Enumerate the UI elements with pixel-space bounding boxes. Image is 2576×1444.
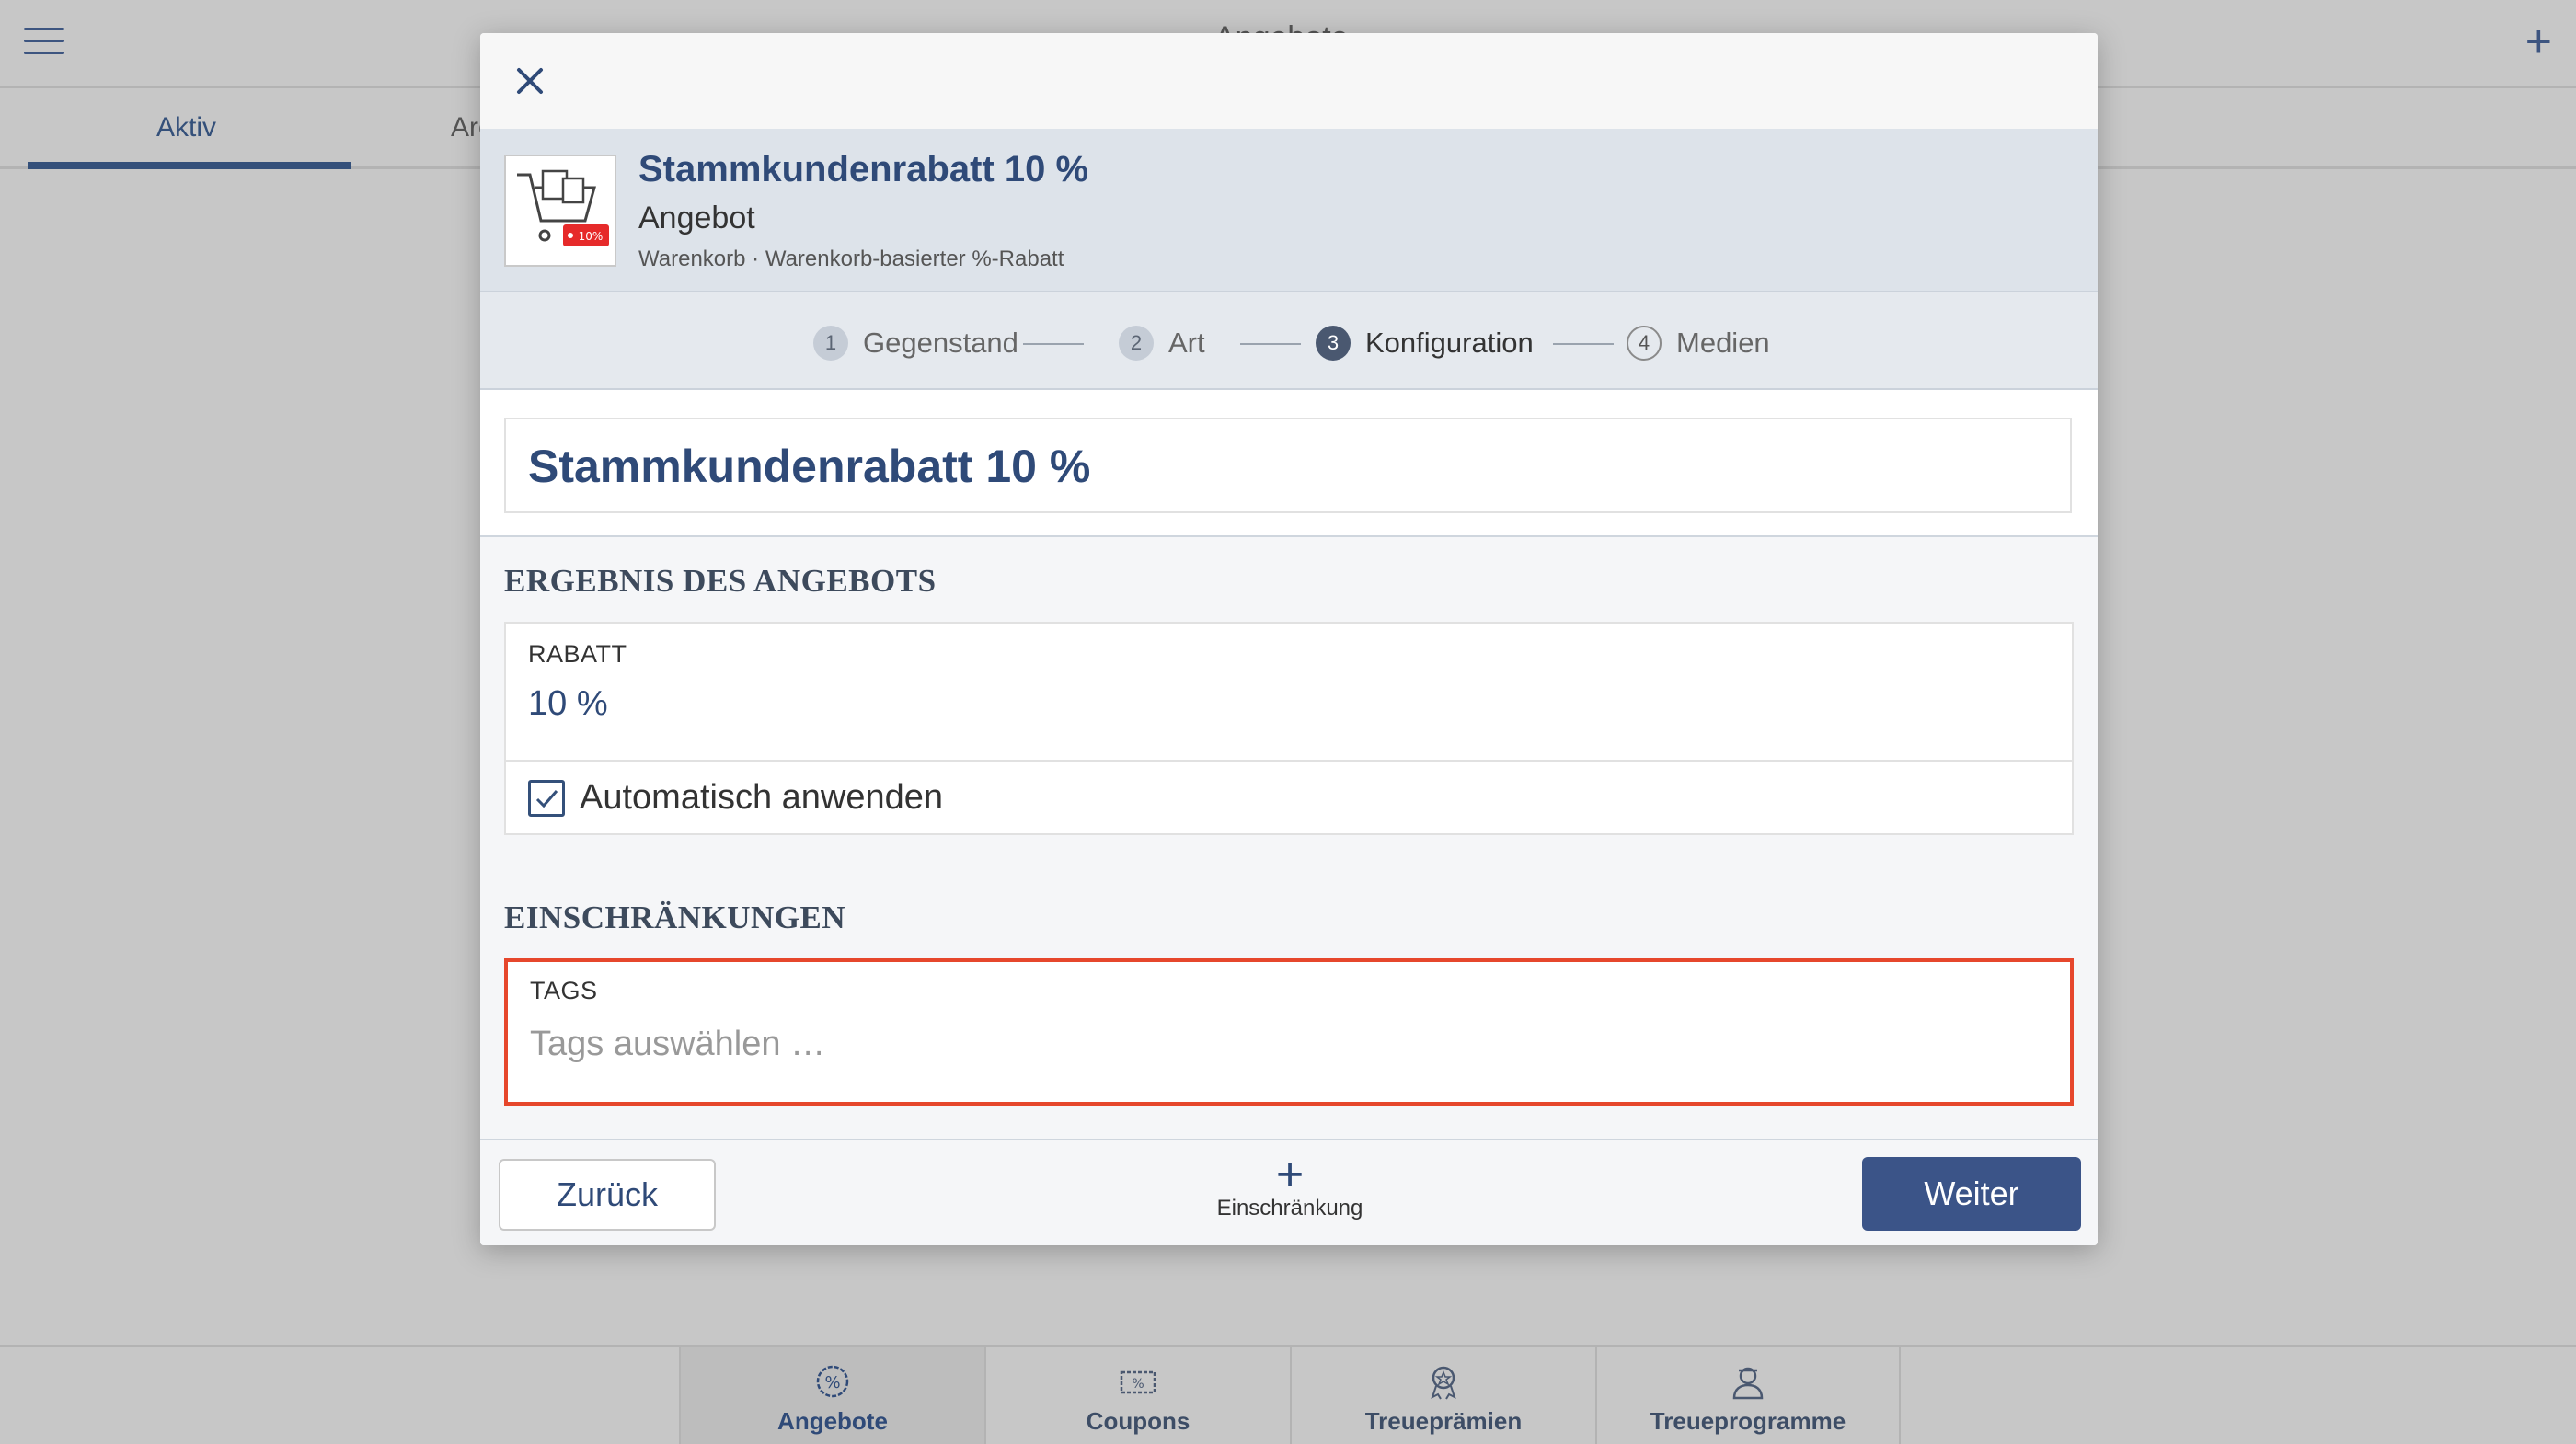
add-restriction-label: Einschränkung <box>1216 1196 1363 1221</box>
step-konfiguration[interactable]: 3 Konfiguration <box>1316 326 1534 361</box>
tags-input-placeholder[interactable]: Tags auswählen … <box>530 1025 825 1064</box>
add-restriction-button[interactable]: + Einschränkung <box>1207 1148 1373 1236</box>
step-art[interactable]: 2 Art <box>1119 326 1205 361</box>
add-icon[interactable]: + <box>2525 18 2552 64</box>
dialog-footer: Zurück + Einschränkung Weiter <box>480 1139 2098 1245</box>
next-button[interactable]: Weiter <box>1862 1157 2081 1231</box>
step-medien[interactable]: 4 Medien <box>1627 326 1770 361</box>
offer-name-value: Stammkundenrabatt 10 % <box>528 441 1091 492</box>
wizard-stepper: 1 Gegenstand 2 Art 3 Konfiguration 4 Med… <box>480 292 2098 390</box>
nav-label: Coupons <box>1086 1407 1190 1435</box>
step-label: Gegenstand <box>863 327 1018 359</box>
bottom-navigation: % Angebote % Coupons Treueprämien Treuep… <box>0 1345 2576 1444</box>
step-label: Art <box>1168 327 1205 359</box>
nav-label: Treueprogramme <box>1650 1407 1846 1435</box>
auto-apply-row[interactable]: Automatisch anwenden <box>504 760 2074 835</box>
step-number: 1 <box>813 326 848 361</box>
offer-wizard-dialog: 10% Stammkundenrabatt 10 % Angebot Waren… <box>480 33 2098 1245</box>
offer-name-section: Stammkundenrabatt 10 % <box>480 390 2098 537</box>
nav-item-angebote[interactable]: % Angebote <box>679 1347 984 1444</box>
close-icon[interactable] <box>510 61 550 101</box>
tab-aktiv[interactable]: Aktiv <box>156 112 216 143</box>
back-button[interactable]: Zurück <box>499 1159 716 1231</box>
step-number: 3 <box>1316 326 1351 361</box>
restrictions-section-title: EINSCHRÄNKUNGEN <box>504 900 846 935</box>
step-label: Medien <box>1676 327 1770 359</box>
nav-item-treueprogramme[interactable]: Treueprogramme <box>1595 1347 1901 1444</box>
discount-value: 10 % <box>528 684 608 723</box>
reward-medal-icon <box>1292 1363 1595 1400</box>
nav-item-treuepraemien[interactable]: Treueprämien <box>1290 1347 1595 1444</box>
discount-field[interactable]: RABATT 10 % <box>504 622 2074 762</box>
offer-subtitle: Warenkorb · Warenkorb-basierter %-Rabatt <box>638 246 1064 271</box>
offer-type: Angebot <box>638 201 755 235</box>
offer-header: 10% Stammkundenrabatt 10 % Angebot Waren… <box>480 129 2098 292</box>
tags-field[interactable]: TAGS Tags auswählen … <box>504 958 2074 1106</box>
nav-label: Angebote <box>777 1407 888 1435</box>
plus-icon: + <box>1275 1148 1305 1201</box>
svg-text:%: % <box>824 1373 840 1392</box>
step-gegenstand[interactable]: 1 Gegenstand <box>813 326 1018 361</box>
step-label: Konfiguration <box>1365 327 1534 359</box>
step-number: 4 <box>1627 326 1662 361</box>
auto-apply-checkbox[interactable] <box>528 780 565 817</box>
coupon-icon: % <box>986 1363 1290 1400</box>
nav-item-coupons[interactable]: % Coupons <box>984 1347 1290 1444</box>
svg-text:%: % <box>1132 1377 1144 1392</box>
checkmark-icon <box>535 790 558 808</box>
offer-name: Stammkundenrabatt 10 % <box>638 149 1089 189</box>
step-connector <box>1023 343 1084 345</box>
active-tab-indicator <box>28 162 351 169</box>
step-number: 2 <box>1119 326 1154 361</box>
thumb-badge-text: 10% <box>579 230 604 243</box>
percent-badge-icon: % <box>681 1363 984 1400</box>
tags-label: TAGS <box>530 977 598 1004</box>
discount-label: RABATT <box>528 640 627 668</box>
offer-name-field[interactable]: Stammkundenrabatt 10 % <box>504 418 2072 513</box>
nav-label: Treueprämien <box>1364 1407 1523 1435</box>
loyalty-person-icon <box>1597 1363 1899 1400</box>
step-connector <box>1553 343 1614 345</box>
auto-apply-label: Automatisch anwenden <box>580 778 944 817</box>
hamburger-menu-icon[interactable] <box>24 28 64 57</box>
dialog-top-bar <box>480 33 2098 129</box>
result-section-title: ERGEBNIS DES ANGEBOTS <box>504 563 937 599</box>
shopping-cart-thumbnail: 10% <box>504 155 616 267</box>
step-connector <box>1240 343 1301 345</box>
